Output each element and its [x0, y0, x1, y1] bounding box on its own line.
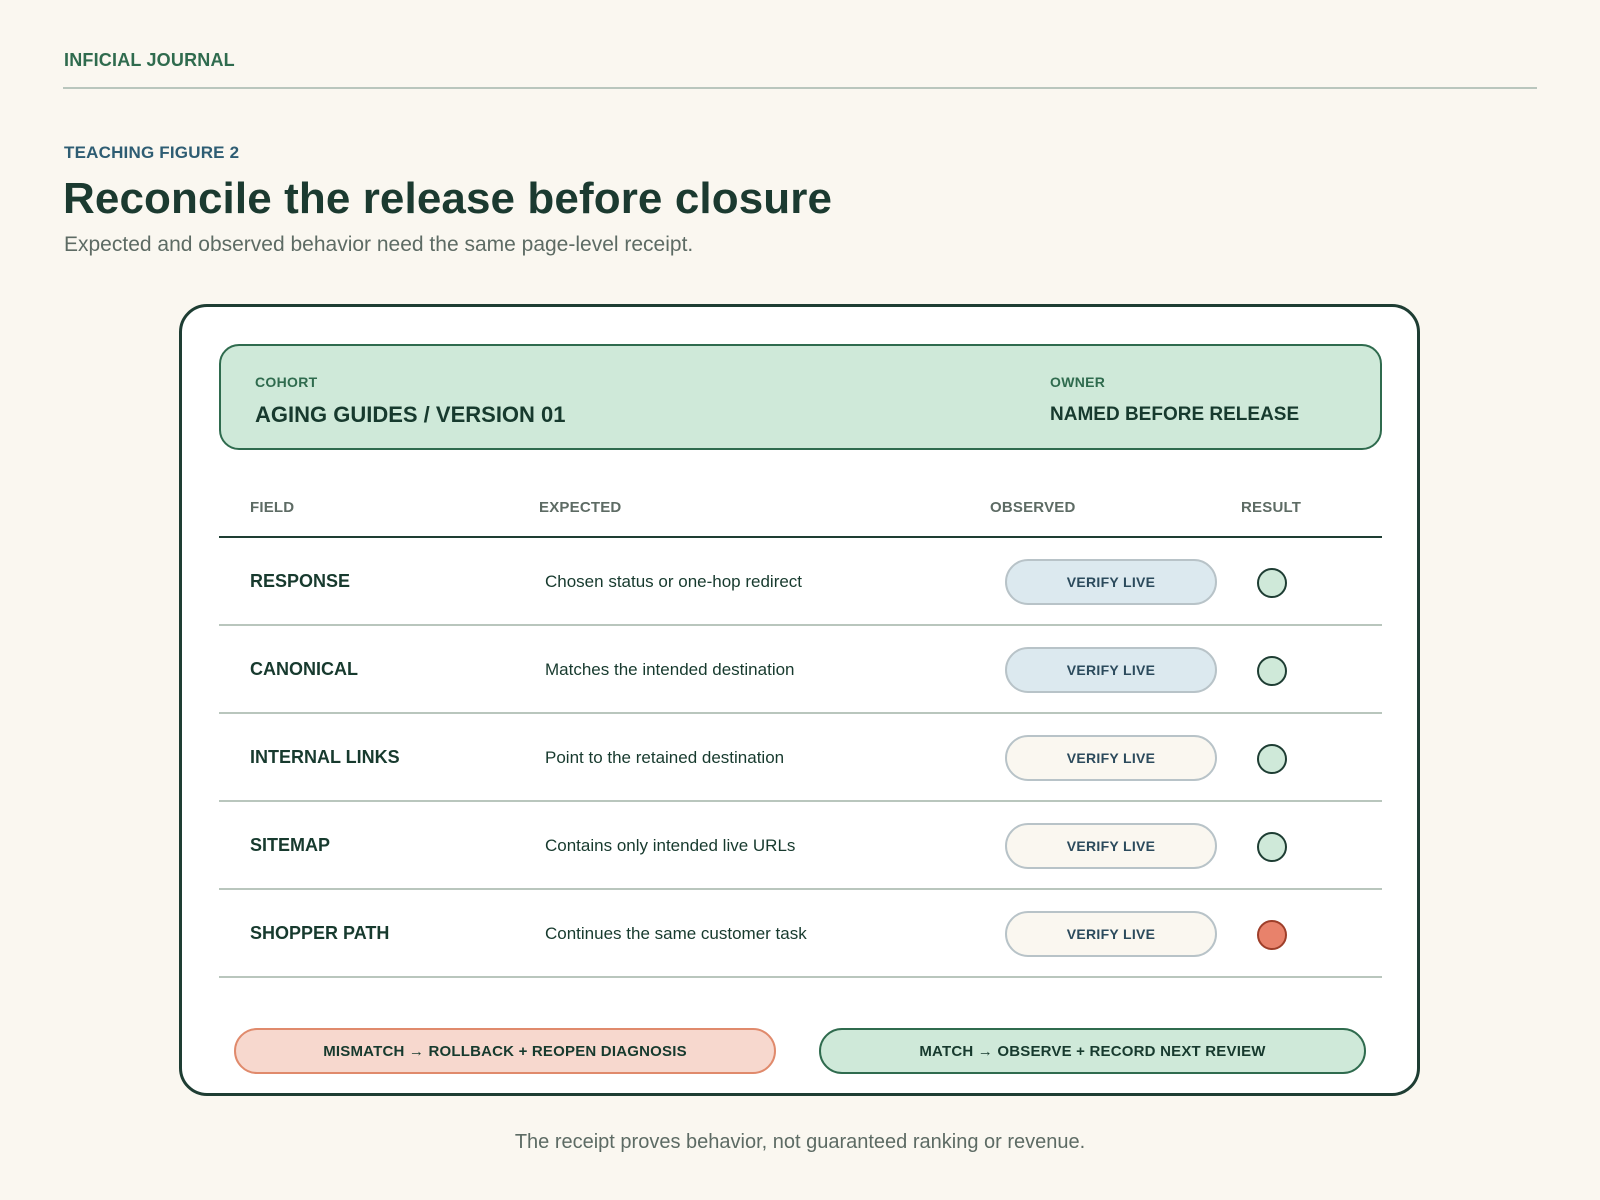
row-field: SHOPPER PATH: [250, 923, 390, 943]
result-indicator: [1257, 656, 1287, 686]
row-expected: Continues the same customer task: [545, 924, 807, 943]
column-header-result: RESULT: [1241, 499, 1302, 516]
verify-live-button[interactable]: VERIFY LIVE: [1005, 647, 1217, 693]
verify-live-button[interactable]: VERIFY LIVE: [1005, 559, 1217, 605]
verify-live-button[interactable]: VERIFY LIVE: [1005, 911, 1217, 957]
verify-live-button[interactable]: VERIFY LIVE: [1005, 823, 1217, 869]
row-expected: Point to the retained destination: [545, 748, 785, 767]
cohort-header: COHORT AGING GUIDES / VERSION 01 OWNER N…: [219, 344, 1382, 450]
row-field: SITEMAP: [250, 835, 331, 855]
cohort-label: COHORT: [255, 374, 318, 390]
row-expected: Matches the intended destination: [545, 660, 795, 679]
verify-live-button[interactable]: VERIFY LIVE: [1005, 735, 1217, 781]
cohort-value: AGING GUIDES / VERSION 01: [255, 402, 566, 427]
row-expected: Contains only intended live URLs: [545, 836, 796, 855]
page-title: Reconcile the release before closure: [63, 174, 833, 223]
table-row: SITEMAP Contains only intended live URLs…: [219, 802, 1382, 890]
page-subtitle: Expected and observed behavior need the …: [64, 233, 694, 256]
result-indicator: [1257, 568, 1287, 598]
table-row: SHOPPER PATH Continues the same customer…: [219, 890, 1382, 978]
journal-name: INFICIAL JOURNAL: [64, 50, 235, 70]
figure-caption: The receipt proves behavior, not guarant…: [514, 1131, 1086, 1153]
table-row: INTERNAL LINKS Point to the retained des…: [219, 714, 1382, 802]
row-field: RESPONSE: [250, 571, 351, 591]
row-field: CANONICAL: [250, 659, 358, 679]
result-indicator: [1257, 832, 1287, 862]
owner-value: NAMED BEFORE RELEASE: [1050, 404, 1300, 425]
match-record-button[interactable]: MATCH → OBSERVE + RECORD NEXT REVIEW: [819, 1028, 1366, 1074]
column-header-field: FIELD: [250, 499, 295, 516]
row-field: INTERNAL LINKS: [250, 747, 400, 767]
header-divider: [63, 87, 1537, 89]
figure-kicker: TEACHING FIGURE 2: [64, 143, 240, 162]
column-header-observed: OBSERVED: [990, 499, 1076, 516]
table-row: RESPONSE Chosen status or one-hop redire…: [219, 538, 1382, 626]
mismatch-rollback-button[interactable]: MISMATCH → ROLLBACK + REOPEN DIAGNOSIS: [234, 1028, 776, 1074]
result-indicator: [1257, 920, 1287, 950]
receipt-card: COHORT AGING GUIDES / VERSION 01 OWNER N…: [179, 304, 1420, 1096]
row-expected: Chosen status or one-hop redirect: [545, 572, 803, 591]
column-header-expected: EXPECTED: [539, 499, 622, 516]
table-row: CANONICAL Matches the intended destinati…: [219, 626, 1382, 714]
owner-label: OWNER: [1050, 374, 1106, 390]
result-indicator: [1257, 744, 1287, 774]
